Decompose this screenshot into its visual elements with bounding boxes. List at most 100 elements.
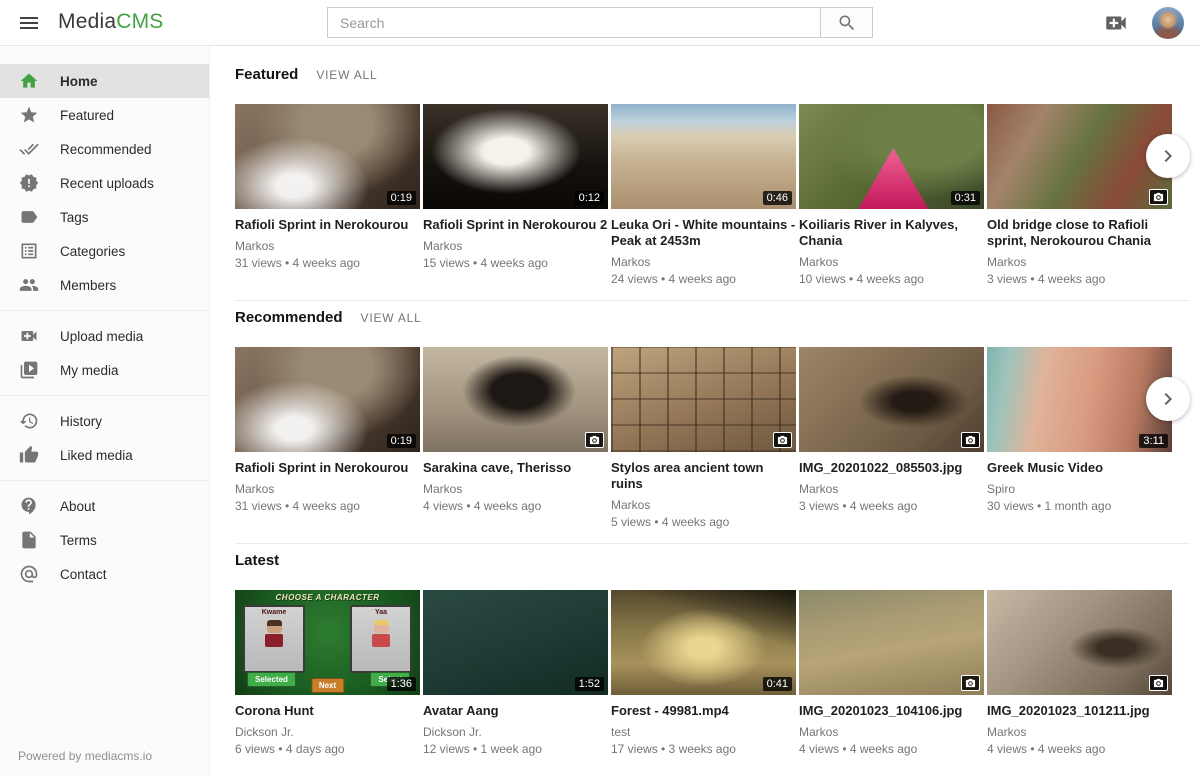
media-card[interactable]: 0:31 Koiliaris River in Kalyves, Chania … — [799, 104, 984, 286]
menu-icon[interactable] — [16, 10, 42, 36]
media-author[interactable]: Markos — [799, 482, 984, 496]
media-card[interactable]: 0:46 Leuka Ori - White mountains - Peak … — [611, 104, 796, 286]
media-author[interactable]: Markos — [799, 725, 984, 739]
media-meta: 4 views • 4 weeks ago — [987, 742, 1172, 756]
media-author[interactable]: Markos — [611, 255, 796, 269]
media-card[interactable]: 0:19 Rafioli Sprint in Nerokourou Markos… — [235, 347, 420, 529]
media-thumbnail[interactable] — [987, 590, 1172, 695]
media-title[interactable]: IMG_20201022_085503.jpg — [799, 460, 984, 476]
game-next-button: Next — [311, 678, 344, 693]
media-title[interactable]: Rafioli Sprint in Nerokourou — [235, 460, 420, 476]
media-thumbnail[interactable]: 1:52 — [423, 590, 608, 695]
sidebar-group: Home Featured Recommended Recent uploads… — [0, 56, 209, 310]
media-thumbnail[interactable]: 0:46 — [611, 104, 796, 209]
sidebar-item-terms[interactable]: Terms — [0, 523, 209, 557]
history-icon — [18, 410, 40, 432]
media-card[interactable]: 1:36 CHOOSE A CHARACTER Kwame Yaa Select… — [235, 590, 420, 756]
view-all-link[interactable]: VIEW ALL — [316, 68, 377, 82]
sidebar-item-categories[interactable]: Categories — [0, 234, 209, 268]
camera-icon — [965, 435, 976, 446]
media-meta: 15 views • 4 weeks ago — [423, 256, 608, 270]
media-title[interactable]: Avatar Aang — [423, 703, 608, 719]
media-thumbnail[interactable]: 0:19 — [235, 347, 420, 452]
media-title[interactable]: Stylos area ancient town ruins — [611, 460, 796, 492]
media-title[interactable]: Greek Music Video — [987, 460, 1172, 476]
character-name: Kwame — [245, 609, 303, 616]
sidebar-item-history[interactable]: History — [0, 404, 209, 438]
media-author[interactable]: Markos — [987, 725, 1172, 739]
media-card[interactable]: Sarakina cave, Therisso Markos 4 views •… — [423, 347, 608, 529]
sidebar-item-liked-media[interactable]: Liked media — [0, 438, 209, 472]
media-thumbnail[interactable]: 0:12 — [423, 104, 608, 209]
media-card[interactable]: 0:41 Forest - 49981.mp4 test 17 views • … — [611, 590, 796, 756]
media-card[interactable]: 3:11 Greek Music Video Spiro 30 views • … — [987, 347, 1172, 529]
media-thumbnail[interactable]: 0:19 — [235, 104, 420, 209]
sidebar-item-my-media[interactable]: My media — [0, 353, 209, 387]
media-author[interactable]: Dickson Jr. — [235, 725, 420, 739]
media-author[interactable]: test — [611, 725, 796, 739]
media-card[interactable]: 1:52 Avatar Aang Dickson Jr. 12 views • … — [423, 590, 608, 756]
character-name: Yaa — [352, 609, 410, 616]
media-card[interactable]: Stylos area ancient town ruins Markos 5 … — [611, 347, 796, 529]
duration-badge: 0:19 — [387, 434, 416, 448]
media-author[interactable]: Markos — [235, 482, 420, 496]
media-author[interactable]: Dickson Jr. — [423, 725, 608, 739]
media-card[interactable]: IMG_20201023_104106.jpg Markos 4 views •… — [799, 590, 984, 756]
row-next-button[interactable] — [1146, 134, 1190, 178]
media-title[interactable]: Rafioli Sprint in Nerokourou — [235, 217, 420, 233]
media-author[interactable]: Markos — [235, 239, 420, 253]
sidebar-item-about[interactable]: About — [0, 489, 209, 523]
media-card[interactable]: 0:12 Rafioli Sprint in Nerokourou 2 Mark… — [423, 104, 608, 286]
sidebar-item-featured[interactable]: Featured — [0, 98, 209, 132]
media-meta: 12 views • 1 week ago — [423, 742, 608, 756]
media-card[interactable]: Old bridge close to Rafioli sprint, Nero… — [987, 104, 1172, 286]
search-input[interactable] — [327, 7, 821, 38]
sidebar-item-recent-uploads[interactable]: Recent uploads — [0, 166, 209, 200]
media-author[interactable]: Spiro — [987, 482, 1172, 496]
media-title[interactable]: IMG_20201023_101211.jpg — [987, 703, 1172, 719]
media-title[interactable]: Forest - 49981.mp4 — [611, 703, 796, 719]
media-title[interactable]: IMG_20201023_104106.jpg — [799, 703, 984, 719]
media-author[interactable]: Markos — [987, 255, 1172, 269]
view-all-link[interactable]: VIEW ALL — [361, 311, 422, 325]
media-card[interactable]: IMG_20201022_085503.jpg Markos 3 views •… — [799, 347, 984, 529]
media-title[interactable]: Old bridge close to Rafioli sprint, Nero… — [987, 217, 1172, 249]
media-thumbnail[interactable]: 3:11 — [987, 347, 1172, 452]
media-author[interactable]: Markos — [423, 482, 608, 496]
media-author[interactable]: Markos — [611, 498, 796, 512]
media-thumbnail[interactable]: 1:36 CHOOSE A CHARACTER Kwame Yaa Select… — [235, 590, 420, 695]
sidebar-group: About Terms Contact — [0, 480, 209, 599]
media-card[interactable]: IMG_20201023_101211.jpg Markos 4 views •… — [987, 590, 1172, 756]
media-thumbnail[interactable] — [611, 347, 796, 452]
sidebar-item-home[interactable]: Home — [0, 64, 209, 98]
media-title[interactable]: Sarakina cave, Therisso — [423, 460, 608, 476]
contact-icon — [18, 563, 40, 585]
camera-icon — [1153, 678, 1164, 689]
media-thumbnail[interactable]: 0:41 — [611, 590, 796, 695]
media-title[interactable]: Leuka Ori - White mountains - Peak at 24… — [611, 217, 796, 249]
media-card[interactable]: 0:19 Rafioli Sprint in Nerokourou Markos… — [235, 104, 420, 286]
media-thumbnail[interactable] — [987, 104, 1172, 209]
sidebar-item-tags[interactable]: Tags — [0, 200, 209, 234]
media-title[interactable]: Koiliaris River in Kalyves, Chania — [799, 217, 984, 249]
search-button[interactable] — [820, 7, 873, 38]
media-meta: 10 views • 4 weeks ago — [799, 272, 984, 286]
media-title[interactable]: Rafioli Sprint in Nerokourou 2 — [423, 217, 608, 233]
media-title[interactable]: Corona Hunt — [235, 703, 420, 719]
row-next-button[interactable] — [1146, 377, 1190, 421]
user-avatar[interactable] — [1152, 7, 1184, 39]
media-author[interactable]: Markos — [799, 255, 984, 269]
upload-media-button[interactable] — [1102, 9, 1130, 37]
media-thumbnail[interactable] — [799, 590, 984, 695]
media-thumbnail[interactable] — [423, 347, 608, 452]
media-author[interactable]: Markos — [423, 239, 608, 253]
character-sprite — [372, 620, 390, 652]
sidebar-item-recommended[interactable]: Recommended — [0, 132, 209, 166]
sidebar-item-upload-media[interactable]: Upload media — [0, 319, 209, 353]
sidebar-item-contact[interactable]: Contact — [0, 557, 209, 591]
media-thumbnail[interactable]: 0:31 — [799, 104, 984, 209]
character-panel-right: Yaa — [350, 605, 412, 673]
sidebar-item-members[interactable]: Members — [0, 268, 209, 302]
logo[interactable]: MediaCMS — [58, 10, 163, 34]
media-thumbnail[interactable] — [799, 347, 984, 452]
